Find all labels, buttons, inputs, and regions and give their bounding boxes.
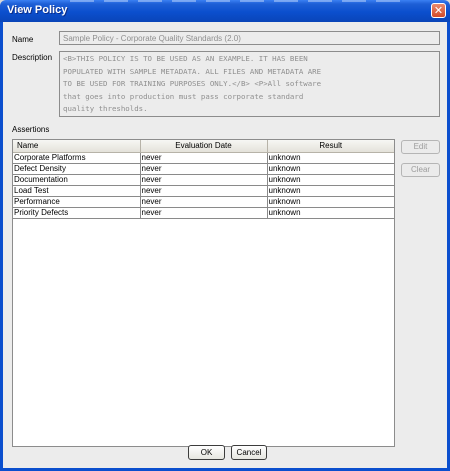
table-row[interactable]: Corporate Platforms never unknown [13, 152, 394, 164]
cell-evaluation-date: never [140, 196, 268, 208]
cell-result: unknown [267, 207, 394, 219]
ok-button[interactable]: OK [188, 445, 225, 460]
cancel-button[interactable]: Cancel [231, 445, 267, 460]
assertions-table[interactable]: Name Evaluation Date Result Corporate Pl… [12, 139, 395, 447]
cell-name: Documentation [13, 174, 141, 186]
table-row[interactable]: Load Test never unknown [13, 185, 394, 197]
cell-name: Priority Defects [13, 207, 141, 219]
cell-evaluation-date: never [140, 152, 268, 164]
description-label: Description [12, 53, 53, 62]
description-field[interactable]: <B>THIS POLICY IS TO BE USED AS AN EXAMP… [59, 51, 440, 117]
table-header-row: Name Evaluation Date Result [13, 140, 394, 153]
description-line: that goes into production must pass corp… [63, 91, 304, 101]
title-bar[interactable]: View Policy ✕ [0, 0, 450, 22]
cell-evaluation-date: never [140, 163, 268, 175]
dialog-body: Name Sample Policy - Corporate Quality S… [0, 22, 450, 471]
table-row[interactable]: Defect Density never unknown [13, 163, 394, 175]
description-line: POPULATED WITH SAMPLE METADATA. ALL FILE… [63, 66, 322, 76]
table-row[interactable]: Documentation never unknown [13, 174, 394, 186]
background-window-edge [70, 0, 410, 2]
cell-result: unknown [267, 163, 394, 175]
cell-name: Defect Density [13, 163, 141, 175]
close-button[interactable]: ✕ [431, 3, 446, 18]
cell-evaluation-date: never [140, 185, 268, 197]
cell-name: Load Test [13, 185, 141, 197]
edit-button[interactable]: Edit [401, 140, 440, 154]
column-header-name[interactable]: Name [13, 140, 141, 153]
cell-name: Performance [13, 196, 141, 208]
cell-result: unknown [267, 174, 394, 186]
window-title: View Policy [7, 4, 68, 16]
clear-button[interactable]: Clear [401, 163, 440, 177]
cell-result: unknown [267, 196, 394, 208]
column-header-result[interactable]: Result [267, 140, 394, 153]
close-icon: ✕ [433, 4, 444, 17]
description-line: <B>THIS POLICY IS TO BE USED AS AN EXAMP… [63, 54, 308, 63]
column-header-evaluation-date[interactable]: Evaluation Date [140, 140, 268, 153]
cell-evaluation-date: never [140, 174, 268, 186]
cell-evaluation-date: never [140, 207, 268, 219]
table-row[interactable]: Priority Defects never unknown [13, 207, 394, 219]
name-label: Name [12, 35, 34, 44]
table-row[interactable]: Performance never unknown [13, 196, 394, 208]
name-field[interactable]: Sample Policy - Corporate Quality Standa… [59, 31, 440, 45]
description-line: quality thresholds. [63, 104, 148, 113]
cell-result: unknown [267, 152, 394, 164]
cell-result: unknown [267, 185, 394, 197]
assertions-label: Assertions [12, 125, 50, 134]
cell-name: Corporate Platforms [13, 152, 141, 164]
description-line: TO BE USED FOR TRAINING PURPOSES ONLY.</… [63, 79, 322, 88]
